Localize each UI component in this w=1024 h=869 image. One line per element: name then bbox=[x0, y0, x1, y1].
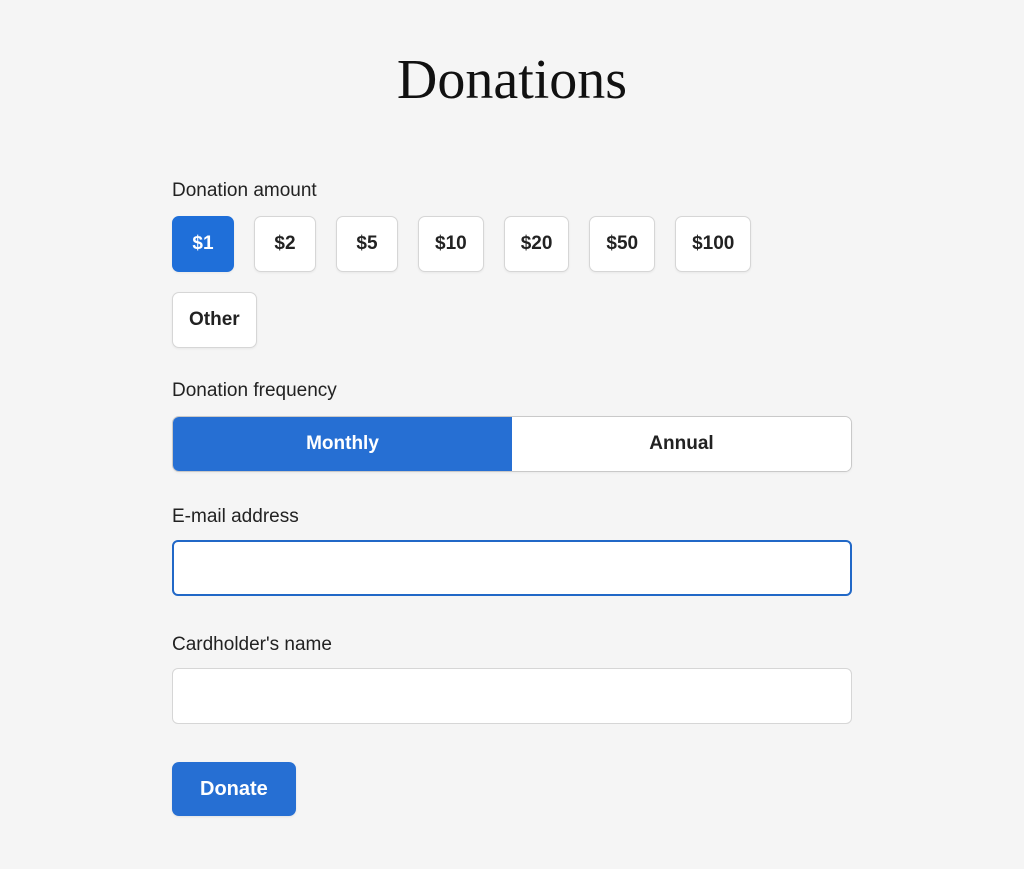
donate-button[interactable]: Donate bbox=[172, 762, 296, 816]
amount-option-other[interactable]: Other bbox=[172, 292, 257, 348]
cardholder-label: Cardholder's name bbox=[172, 634, 852, 656]
amount-label: Donation amount bbox=[172, 180, 852, 202]
amount-option-50[interactable]: $50 bbox=[589, 216, 655, 272]
amount-option-10[interactable]: $10 bbox=[418, 216, 484, 272]
amount-option-2[interactable]: $2 bbox=[254, 216, 316, 272]
amount-option-20[interactable]: $20 bbox=[504, 216, 570, 272]
frequency-label: Donation frequency bbox=[172, 380, 852, 402]
page-title: Donations bbox=[0, 0, 1024, 180]
email-label: E-mail address bbox=[172, 506, 852, 528]
amount-option-100[interactable]: $100 bbox=[675, 216, 751, 272]
frequency-option-annual[interactable]: Annual bbox=[512, 417, 851, 471]
frequency-options: Monthly Annual bbox=[172, 416, 852, 472]
amount-option-1[interactable]: $1 bbox=[172, 216, 234, 272]
frequency-option-monthly[interactable]: Monthly bbox=[173, 417, 512, 471]
amount-options: $1 $2 $5 $10 $20 $50 $100 Other bbox=[172, 216, 852, 348]
amount-option-5[interactable]: $5 bbox=[336, 216, 398, 272]
donation-form: Donation amount $1 $2 $5 $10 $20 $50 $10… bbox=[172, 180, 852, 816]
email-field[interactable] bbox=[172, 540, 852, 596]
cardholder-name-field[interactable] bbox=[172, 668, 852, 724]
